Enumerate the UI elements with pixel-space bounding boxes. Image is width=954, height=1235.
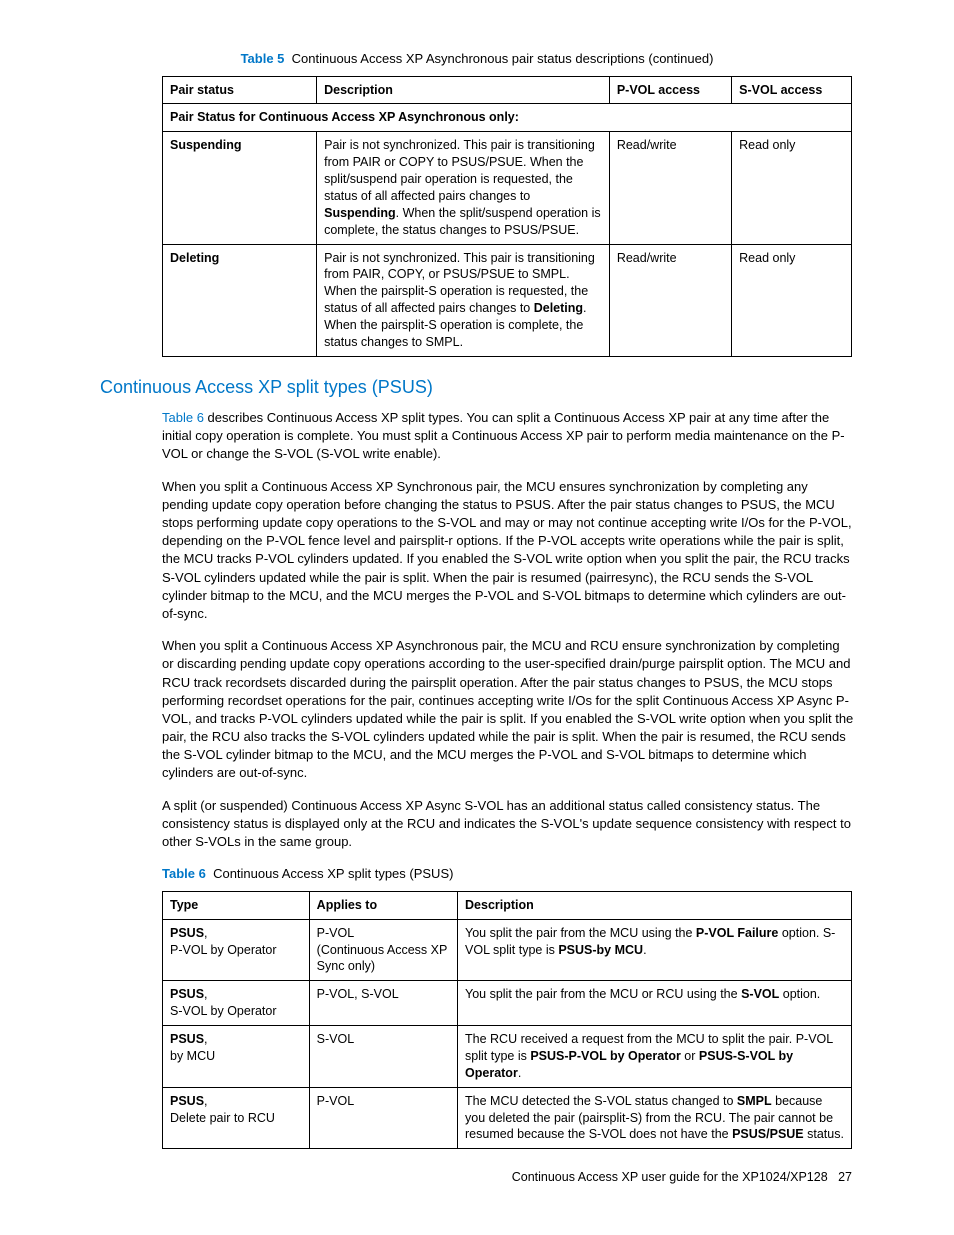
table6-link[interactable]: Table 6 xyxy=(162,410,204,425)
th-description: Description xyxy=(317,76,610,104)
table6-row: PSUS, S-VOL by Operator P-VOL, S-VOL You… xyxy=(163,981,852,1026)
type-cell: PSUS, by MCU xyxy=(163,1026,310,1088)
desc-cell: The MCU detected the S-VOL status change… xyxy=(458,1087,852,1149)
table6-row: PSUS, by MCU S-VOL The RCU received a re… xyxy=(163,1026,852,1088)
table5-row: Deleting Pair is not synchronized. This … xyxy=(163,244,852,356)
table5-row: Suspending Pair is not synchronized. Thi… xyxy=(163,132,852,244)
th-pvol: P-VOL access xyxy=(609,76,731,104)
pvol-cell: Read/write xyxy=(609,132,731,244)
page-number: 27 xyxy=(838,1170,852,1184)
type-cell: PSUS, Delete pair to RCU xyxy=(163,1087,310,1149)
section-heading: Continuous Access XP split types (PSUS) xyxy=(100,375,854,399)
th-type: Type xyxy=(163,891,310,919)
table5-caption: Table 5 Continuous Access XP Asynchronou… xyxy=(100,50,854,68)
applies-cell: P-VOL, S-VOL xyxy=(309,981,457,1026)
applies-cell: S-VOL xyxy=(309,1026,457,1088)
svol-cell: Read only xyxy=(732,132,852,244)
th-desc: Description xyxy=(458,891,852,919)
paragraph-4: A split (or suspended) Continuous Access… xyxy=(162,797,854,852)
paragraph-3: When you split a Continuous Access XP As… xyxy=(162,637,854,783)
section-cell: Pair Status for Continuous Access XP Asy… xyxy=(163,104,852,132)
applies-cell: P-VOL (Continuous Access XP Sync only) xyxy=(309,919,457,981)
th-applies: Applies to xyxy=(309,891,457,919)
table5-header-row: Pair status Description P-VOL access S-V… xyxy=(163,76,852,104)
table6-caption-text: Continuous Access XP split types (PSUS) xyxy=(213,866,453,881)
applies-cell: P-VOL xyxy=(309,1087,457,1149)
desc-cell: Pair is not synchronized. This pair is t… xyxy=(317,244,610,356)
status-cell: Suspending xyxy=(163,132,317,244)
table5-section-row: Pair Status for Continuous Access XP Asy… xyxy=(163,104,852,132)
type-cell: PSUS, P-VOL by Operator xyxy=(163,919,310,981)
table5: Pair status Description P-VOL access S-V… xyxy=(162,76,852,357)
paragraph-2: When you split a Continuous Access XP Sy… xyxy=(162,478,854,624)
desc-cell: You split the pair from the MCU or RCU u… xyxy=(458,981,852,1026)
page-footer: Continuous Access XP user guide for the … xyxy=(100,1169,852,1186)
paragraph-1: Table 6 describes Continuous Access XP s… xyxy=(162,409,854,464)
pvol-cell: Read/write xyxy=(609,244,731,356)
desc-cell: Pair is not synchronized. This pair is t… xyxy=(317,132,610,244)
table6-header-row: Type Applies to Description xyxy=(163,891,852,919)
table6-caption: Table 6 Continuous Access XP split types… xyxy=(162,865,854,883)
table6-row: PSUS, Delete pair to RCU P-VOL The MCU d… xyxy=(163,1087,852,1149)
table5-caption-text: Continuous Access XP Asynchronous pair s… xyxy=(292,51,714,66)
svol-cell: Read only xyxy=(732,244,852,356)
th-svol: S-VOL access xyxy=(732,76,852,104)
table6-label: Table 6 xyxy=(162,866,206,881)
footer-text: Continuous Access XP user guide for the … xyxy=(512,1170,828,1184)
table6: Type Applies to Description PSUS, P-VOL … xyxy=(162,891,852,1150)
desc-cell: You split the pair from the MCU using th… xyxy=(458,919,852,981)
desc-cell: The RCU received a request from the MCU … xyxy=(458,1026,852,1088)
status-cell: Deleting xyxy=(163,244,317,356)
table6-row: PSUS, P-VOL by Operator P-VOL (Continuou… xyxy=(163,919,852,981)
type-cell: PSUS, S-VOL by Operator xyxy=(163,981,310,1026)
th-pair-status: Pair status xyxy=(163,76,317,104)
table5-label: Table 5 xyxy=(241,51,285,66)
